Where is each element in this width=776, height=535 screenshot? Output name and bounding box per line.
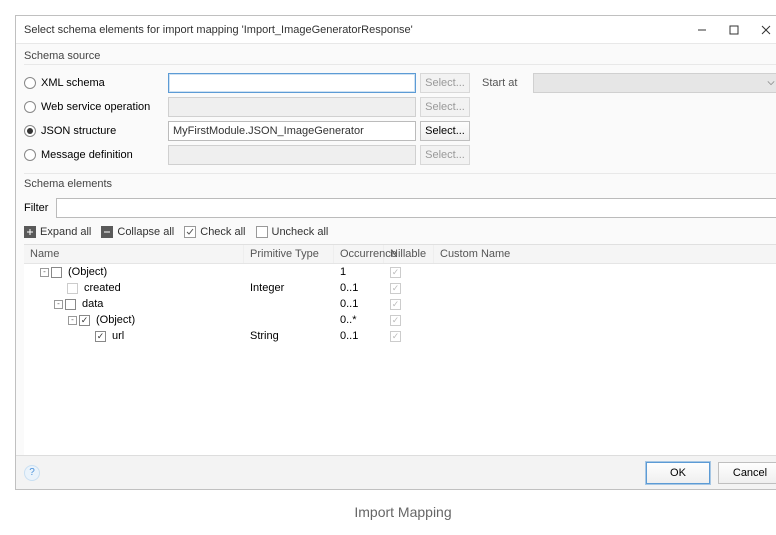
col-custom[interactable]: Custom Name [434, 245, 776, 263]
row-occurrence: 1 [334, 266, 384, 278]
nillable-checkbox [390, 331, 401, 342]
radio-label: JSON structure [41, 125, 116, 137]
col-nill[interactable]: Nillable [384, 245, 434, 263]
expando-icon[interactable]: - [54, 300, 63, 309]
expando-icon[interactable]: - [68, 316, 77, 325]
elements-tree[interactable]: Name Primitive Type Occurrence Nillable … [24, 244, 776, 455]
table-row[interactable]: - data 0..1 [24, 296, 776, 312]
start-at-dropdown[interactable] [533, 73, 776, 93]
radio-icon [24, 77, 36, 89]
dialog-content: Schema source XML schema Select... Start… [16, 44, 776, 455]
schema-elements-label: Schema elements [24, 174, 776, 192]
table-row[interactable]: url String0..1 [24, 328, 776, 344]
start-at-label: Start at [474, 77, 529, 89]
chevron-down-icon [767, 79, 775, 87]
radio-label: Web service operation [41, 101, 150, 113]
col-occ[interactable]: Occurrence [334, 245, 384, 263]
table-row[interactable]: - (Object) 0..* [24, 312, 776, 328]
collapse-all-button[interactable]: Collapse all [101, 226, 174, 238]
elements-toolbar: Expand all Collapse all Check all Unchec… [24, 224, 776, 244]
xml-select-button[interactable]: Select... [420, 73, 470, 93]
nillable-checkbox [390, 299, 401, 310]
table-row[interactable]: created Integer0..1 [24, 280, 776, 296]
radio-label: Message definition [41, 149, 133, 161]
titlebar: Select schema elements for import mappin… [16, 16, 776, 44]
close-button[interactable] [750, 20, 776, 40]
row-name: url [108, 330, 124, 342]
json-select-button[interactable]: Select... [420, 121, 470, 141]
row-occurrence: 0..1 [334, 330, 384, 342]
radio-icon [24, 101, 36, 113]
row-checkbox[interactable] [95, 331, 106, 342]
expand-all-button[interactable]: Expand all [24, 226, 91, 238]
help-button[interactable]: ? [24, 465, 40, 481]
nillable-checkbox [390, 267, 401, 278]
radio-icon [24, 149, 36, 161]
check-icon [184, 226, 196, 238]
schema-source-label: Schema source [24, 46, 776, 64]
radio-xml-schema[interactable]: XML schema [24, 77, 164, 89]
row-checkbox[interactable] [65, 299, 76, 310]
row-occurrence: 0..* [334, 314, 384, 326]
json-input[interactable]: MyFirstModule.JSON_ImageGenerator [168, 121, 416, 141]
col-name[interactable]: Name [24, 245, 244, 263]
uncheck-all-button[interactable]: Uncheck all [256, 226, 329, 238]
row-name: (Object) [64, 266, 107, 278]
maximize-button[interactable] [718, 20, 750, 40]
filter-label: Filter [24, 202, 48, 214]
row-ptype: Integer [244, 282, 334, 294]
radio-web-service[interactable]: Web service operation [24, 101, 164, 113]
ws-select-button[interactable]: Select... [420, 97, 470, 117]
row-name: data [78, 298, 103, 310]
row-ptype: String [244, 330, 334, 342]
row-name: (Object) [92, 314, 135, 326]
minimize-button[interactable] [686, 20, 718, 40]
figure-caption: Import Mapping [15, 490, 776, 520]
window-title: Select schema elements for import mappin… [24, 24, 686, 36]
row-occurrence: 0..1 [334, 282, 384, 294]
filter-row: Filter [24, 192, 776, 224]
col-ptype[interactable]: Primitive Type [244, 245, 334, 263]
schema-source-group: XML schema Select... Start at Web servic… [24, 64, 776, 171]
radio-json-structure[interactable]: JSON structure [24, 125, 164, 137]
filter-input[interactable] [56, 198, 776, 218]
expand-icon [24, 226, 36, 238]
msg-input [168, 145, 416, 165]
row-checkbox[interactable] [67, 283, 78, 294]
cancel-button[interactable]: Cancel [718, 462, 776, 484]
nillable-checkbox [390, 283, 401, 294]
row-occurrence: 0..1 [334, 298, 384, 310]
dialog-window: Select schema elements for import mappin… [15, 15, 776, 490]
expando-icon[interactable]: - [40, 268, 49, 277]
row-checkbox[interactable] [79, 315, 90, 326]
row-name: created [80, 282, 121, 294]
nillable-checkbox [390, 315, 401, 326]
radio-icon [24, 125, 36, 137]
radio-label: XML schema [41, 77, 105, 89]
ws-input [168, 97, 416, 117]
xml-schema-input[interactable] [168, 73, 416, 93]
collapse-icon [101, 226, 113, 238]
msg-select-button[interactable]: Select... [420, 145, 470, 165]
ok-button[interactable]: OK [646, 462, 710, 484]
tree-header: Name Primitive Type Occurrence Nillable … [24, 245, 776, 264]
uncheck-icon [256, 226, 268, 238]
row-checkbox[interactable] [51, 267, 62, 278]
dialog-footer: ? OK Cancel [16, 455, 776, 489]
radio-message-definition[interactable]: Message definition [24, 149, 164, 161]
check-all-button[interactable]: Check all [184, 226, 245, 238]
table-row[interactable]: - (Object) 1 [24, 264, 776, 280]
